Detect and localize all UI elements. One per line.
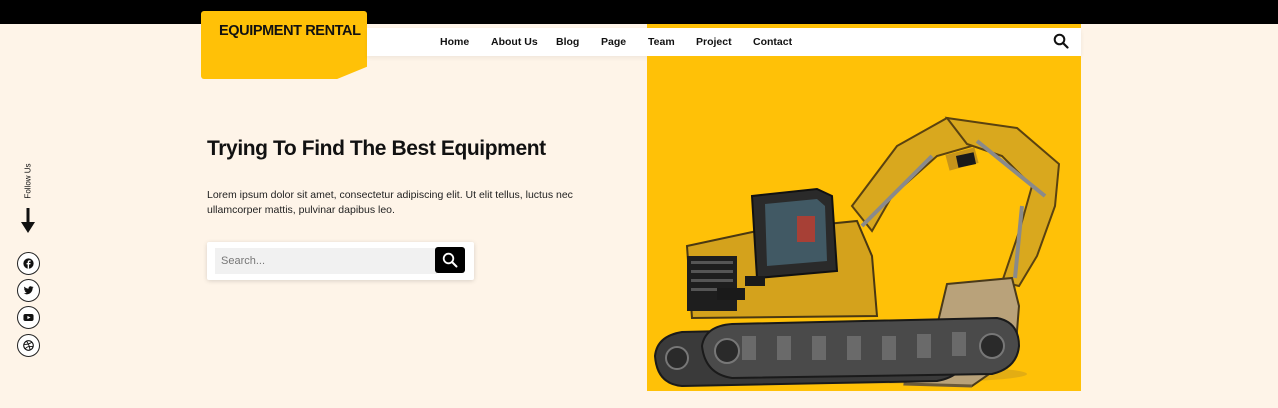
search-form <box>207 242 474 280</box>
nav-about-us[interactable]: About Us <box>491 36 538 48</box>
hero-excavator-image <box>647 56 1081 391</box>
search-icon <box>442 252 458 268</box>
dribbble-icon[interactable] <box>17 334 40 357</box>
logo-text: EQUIPMENT RENTAL <box>219 23 361 39</box>
nav-project[interactable]: Project <box>696 36 732 48</box>
top-bar <box>0 0 1278 24</box>
arrow-down-icon <box>21 208 35 239</box>
search-icon[interactable] <box>1053 33 1071 51</box>
hero-description: Lorem ipsum dolor sit amet, consectetur … <box>207 189 573 216</box>
nav-contact[interactable]: Contact <box>753 36 792 48</box>
hero-title: Trying To Find The Best Equipment <box>207 137 546 160</box>
nav-team[interactable]: Team <box>648 36 675 48</box>
twitter-icon[interactable] <box>17 279 40 302</box>
youtube-icon[interactable] <box>17 306 40 329</box>
facebook-icon[interactable] <box>17 252 40 275</box>
search-button[interactable] <box>435 247 465 273</box>
site-logo[interactable]: EQUIPMENT RENTAL <box>201 11 367 79</box>
nav-home[interactable]: Home <box>440 36 469 48</box>
nav-blog[interactable]: Blog <box>556 36 579 48</box>
nav-page[interactable]: Page <box>601 36 626 48</box>
main-navbar: Home About Us Blog Page Team Project Con… <box>367 28 1081 56</box>
search-input[interactable] <box>215 248 437 274</box>
follow-us-label: Follow Us <box>23 163 33 199</box>
